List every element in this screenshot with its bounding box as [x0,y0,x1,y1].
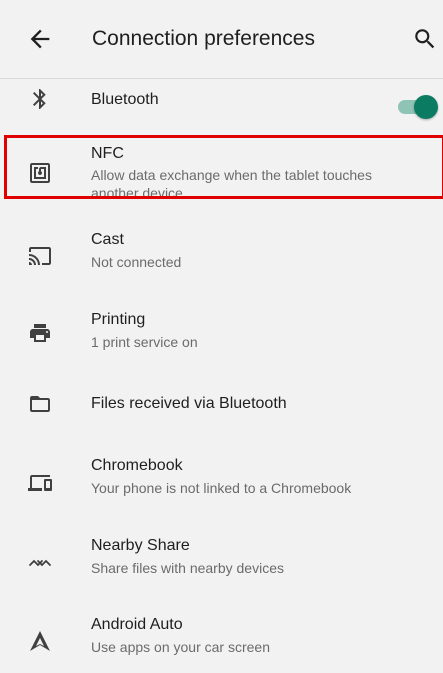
search-icon[interactable] [412,26,438,52]
setting-cast[interactable]: Cast Not connected [0,215,443,295]
nfc-icon [30,163,50,183]
devices-icon [28,475,52,491]
settings-list: Bluetooth NFC Allow data exchange when t… [0,78,443,673]
setting-printing[interactable]: Printing 1 print service on [0,295,443,375]
bluetooth-icon [33,89,46,109]
setting-title: Chromebook [91,457,183,474]
android-auto-icon [30,631,50,651]
setting-nearby-share[interactable]: Nearby Share Share files with nearby dev… [0,522,443,602]
setting-chromebook[interactable]: Chromebook Your phone is not linked to a… [0,442,443,522]
setting-files-received[interactable]: Files received via Bluetooth [0,375,443,442]
setting-subtitle: Allow data exchange when the tablet touc… [91,167,372,201]
app-bar: Connection preferences [0,0,443,79]
printer-icon [30,324,50,342]
setting-title: NFC [91,145,124,162]
setting-title: Android Auto [91,616,183,633]
setting-title: Printing [91,311,146,328]
setting-subtitle: 1 print service on [91,334,198,350]
setting-subtitle: Use apps on your car screen [91,639,270,655]
setting-android-auto[interactable]: Android Auto Use apps on your car screen [0,602,443,673]
setting-subtitle: Your phone is not linked to a Chromebook [91,480,352,496]
nearby-share-icon [29,559,51,567]
arrow-back-icon[interactable] [26,25,54,53]
page-title: Connection preferences [92,27,315,50]
setting-title: Bluetooth [91,91,159,108]
setting-title: Files received via Bluetooth [91,395,287,412]
cast-icon [29,247,51,265]
setting-nfc[interactable]: NFC Allow data exchange when the tablet … [0,135,443,215]
setting-subtitle: Not connected [91,254,182,270]
setting-title: Cast [91,231,124,248]
folder-icon [30,396,50,412]
toggle-thumb [414,95,438,119]
setting-title: Nearby Share [91,537,190,554]
setting-subtitle: Share files with nearby devices [91,560,284,576]
setting-bluetooth[interactable]: Bluetooth [0,78,443,135]
nfc-toggle-switch[interactable] [398,92,438,122]
